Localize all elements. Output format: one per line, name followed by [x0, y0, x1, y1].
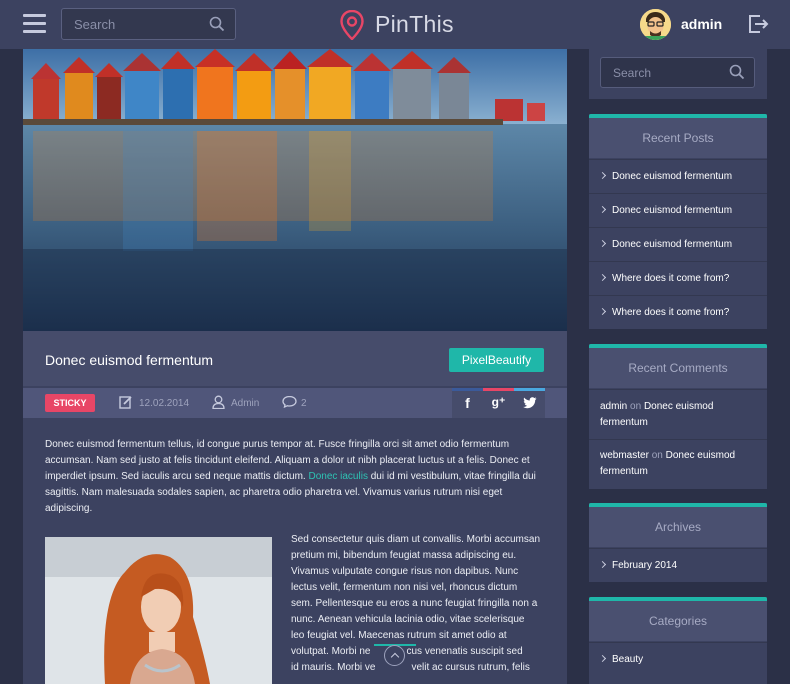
recent-posts-widget: Recent Posts Donec euismod fermentum Don… [589, 114, 767, 329]
twitter-icon [514, 395, 545, 412]
top-navbar: PinThis admin [0, 0, 790, 49]
header-search[interactable] [61, 8, 236, 40]
google-plus-share-button[interactable]: g⁺ [483, 388, 514, 418]
post-date: 12.02.2014 [119, 395, 191, 411]
twitter-share-button[interactable] [514, 388, 545, 418]
post-comments[interactable]: 2 [282, 395, 312, 411]
recent-post-item[interactable]: Donec euismod fermentum [589, 193, 767, 227]
logo-text: PinThis [375, 11, 454, 37]
recent-comment-item: admin on Donec euismod fermentum [589, 389, 767, 439]
scroll-to-top-button[interactable] [384, 645, 405, 666]
comment-post-link[interactable]: Donec euismod [644, 401, 713, 412]
post-body-paragraph: Sed consectetur quis diam ut convallis. … [291, 534, 541, 673]
search-icon[interactable] [729, 64, 745, 80]
sidebar-search-input[interactable] [601, 58, 721, 87]
category-tag-button[interactable]: PixelBeautify [449, 348, 544, 372]
facebook-share-button[interactable]: f [452, 388, 483, 418]
recent-post-item[interactable]: Donec euismod fermentum [589, 227, 767, 261]
search-icon[interactable] [209, 16, 225, 32]
intro-inline-link[interactable]: Donec iaculis [308, 471, 367, 482]
menu-icon[interactable] [23, 14, 46, 33]
recent-comments-widget: Recent Comments admin on Donec euismod f… [589, 344, 767, 489]
chevron-right-icon [598, 205, 607, 214]
facebook-icon: f [465, 395, 470, 411]
post-intro-paragraph: Donec euismod fermentum tellus, id congu… [45, 439, 536, 514]
google-plus-icon: g⁺ [491, 395, 506, 409]
user-icon [212, 395, 225, 409]
sidebar-search[interactable] [600, 57, 755, 88]
comment-post-link[interactable]: fermentum [600, 417, 648, 428]
comment-post-link[interactable]: Donec euismod [666, 450, 735, 461]
recent-post-item[interactable]: Where does it come from? [589, 295, 767, 329]
recent-post-item[interactable]: Where does it come from? [589, 261, 767, 295]
user-name[interactable]: admin [681, 16, 722, 32]
pin-icon [340, 10, 364, 40]
post-featured-image[interactable] [23, 49, 567, 331]
categories-title: Categories [589, 601, 767, 641]
post-author-text[interactable]: Admin [231, 398, 259, 409]
post-title[interactable]: Donec euismod fermentum [45, 352, 213, 368]
comment-author-link[interactable]: admin [600, 401, 627, 412]
comment-post-link[interactable]: fermentum [600, 466, 648, 477]
sticky-badge: STICKY [45, 394, 95, 412]
recent-posts-title: Recent Posts [589, 118, 767, 158]
recent-post-item[interactable]: Donec euismod fermentum [589, 159, 767, 193]
comment-icon [282, 395, 297, 408]
post-header: Donec euismod fermentum PixelBeautify [23, 331, 567, 386]
archives-widget: Archives February 2014 [589, 503, 767, 582]
edit-icon [119, 396, 132, 409]
post-inline-image[interactable] [45, 537, 272, 684]
archive-item[interactable]: February 2014 [589, 548, 767, 582]
logout-icon[interactable] [747, 13, 769, 35]
post-author[interactable]: Admin [212, 395, 262, 411]
post-article: Donec euismod fermentum PixelBeautify ST… [23, 49, 567, 684]
post-date-text: 12.02.2014 [139, 398, 190, 409]
chevron-right-icon [598, 654, 607, 663]
recent-comment-item: webmaster on Donec euismod fermentum [589, 439, 767, 489]
chevron-right-icon [598, 171, 607, 180]
header-search-input[interactable] [62, 9, 202, 39]
post-comments-count[interactable]: 2 [301, 398, 307, 409]
chevron-right-icon [598, 560, 607, 569]
comment-author-link[interactable]: webmaster [600, 450, 649, 461]
user-avatar[interactable] [640, 9, 671, 40]
sidebar-search-widget [589, 49, 767, 99]
archives-title: Archives [589, 507, 767, 547]
chevron-right-icon [598, 307, 607, 316]
post-meta-bar: STICKY 12.02.2014 Admin 2 f g⁺ [23, 388, 567, 418]
recent-comments-title: Recent Comments [589, 348, 767, 388]
chevron-right-icon [598, 239, 607, 248]
category-item[interactable]: Beauty [589, 642, 767, 676]
categories-widget: Categories Beauty [589, 597, 767, 684]
chevron-right-icon [598, 273, 607, 282]
